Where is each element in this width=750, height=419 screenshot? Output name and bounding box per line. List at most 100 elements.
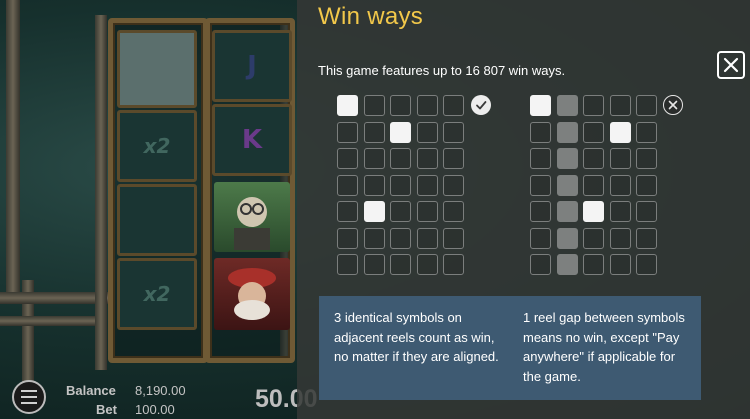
reel-cell (117, 184, 197, 256)
reel-cell: x2 (117, 110, 197, 182)
multiplier-symbol: x2 (143, 282, 171, 306)
grid-cell (390, 201, 411, 222)
grid-cell (417, 175, 438, 196)
grid-cell (610, 201, 631, 222)
grid-cell-gap (557, 175, 578, 196)
grid-cell-marked (610, 122, 631, 143)
grid-cell (417, 148, 438, 169)
character-symbol (214, 258, 290, 330)
grid-cell (337, 122, 358, 143)
bet-label: Bet (96, 402, 117, 417)
grid-cell-marked (583, 201, 604, 222)
grid-cell (610, 254, 631, 275)
grid-cell (636, 254, 657, 275)
grid-cell (364, 254, 385, 275)
cross-icon (668, 100, 678, 110)
pipe (95, 15, 107, 370)
grid-cell (636, 95, 657, 116)
bearded-character-icon (234, 197, 270, 250)
character-symbol (214, 182, 290, 252)
grid-cell (610, 95, 631, 116)
grid-cell (530, 254, 551, 275)
close-button[interactable] (717, 51, 745, 79)
grid-cell (530, 228, 551, 249)
menu-button[interactable] (12, 380, 46, 414)
intro-text: This game features up to 16 807 win ways… (318, 63, 566, 78)
grid-cell (583, 122, 604, 143)
reel-cell (117, 30, 197, 108)
grid-cell-marked (337, 95, 358, 116)
grid-cell (610, 148, 631, 169)
check-icon (476, 101, 487, 110)
grid-cell (417, 201, 438, 222)
grid-cell (337, 201, 358, 222)
note-card-adjacent: 3 identical symbols on adjacent reels co… (319, 296, 509, 400)
grid-cell (583, 254, 604, 275)
bet-value: 100.00 (135, 402, 175, 417)
captain-character-icon (228, 268, 276, 320)
grid-cell (636, 201, 657, 222)
note-text: 1 reel gap between symbols means no win,… (523, 310, 685, 384)
grid-cell (337, 228, 358, 249)
grid-cell (364, 122, 385, 143)
hamburger-icon-bar (21, 396, 37, 398)
multiplier-symbol: x2 (143, 134, 171, 158)
grid-cell-marked (390, 122, 411, 143)
grid-cell (530, 148, 551, 169)
grid-cell (610, 228, 631, 249)
grid-cell (583, 148, 604, 169)
balance-label: Balance (66, 383, 116, 398)
grid-cell (530, 122, 551, 143)
close-icon (723, 57, 739, 73)
grid-cell (530, 175, 551, 196)
grid-cell (417, 254, 438, 275)
grid-cell (417, 95, 438, 116)
hamburger-icon-bar (21, 402, 37, 404)
balance-value: 8,190.00 (135, 383, 186, 398)
grid-cell (337, 175, 358, 196)
grid-cell (390, 175, 411, 196)
grid-cell (583, 175, 604, 196)
grid-cell (443, 254, 464, 275)
reel-cell: J (212, 30, 292, 102)
valid-badge (471, 95, 491, 115)
grid-cell (337, 254, 358, 275)
grid-cell-gap (557, 254, 578, 275)
grid-cell (443, 122, 464, 143)
note-text: 3 identical symbols on adjacent reels co… (334, 310, 499, 364)
j-symbol: J (247, 51, 257, 81)
grid-cell (364, 228, 385, 249)
grid-cell (364, 175, 385, 196)
grid-cell (610, 175, 631, 196)
grid-cell-gap (557, 95, 578, 116)
grid-cell (443, 95, 464, 116)
grid-cell (636, 148, 657, 169)
grid-cell (390, 228, 411, 249)
grid-cell-gap (557, 201, 578, 222)
grid-cell (636, 175, 657, 196)
page-title: Win ways (318, 3, 424, 30)
hamburger-icon-bar (21, 390, 37, 392)
reel-cell: K (212, 104, 292, 176)
grid-cell (364, 148, 385, 169)
grid-cell (530, 201, 551, 222)
reel-cell: x2 (117, 258, 197, 330)
grid-cell-marked (530, 95, 551, 116)
grid-cell (337, 148, 358, 169)
grid-cell-gap (557, 122, 578, 143)
grid-cell (583, 95, 604, 116)
pipe (6, 0, 20, 300)
grid-cell (364, 95, 385, 116)
grid-cell-marked (364, 201, 385, 222)
grid-cell (636, 122, 657, 143)
grid-cell (417, 228, 438, 249)
pipe (0, 292, 110, 304)
invalid-badge (663, 95, 683, 115)
note-card-gap: 1 reel gap between symbols means no win,… (509, 296, 701, 400)
grid-cell-gap (557, 228, 578, 249)
grid-cell (390, 254, 411, 275)
grid-cell (443, 148, 464, 169)
grid-cell (636, 228, 657, 249)
grid-cell (417, 122, 438, 143)
grid-cell (583, 228, 604, 249)
